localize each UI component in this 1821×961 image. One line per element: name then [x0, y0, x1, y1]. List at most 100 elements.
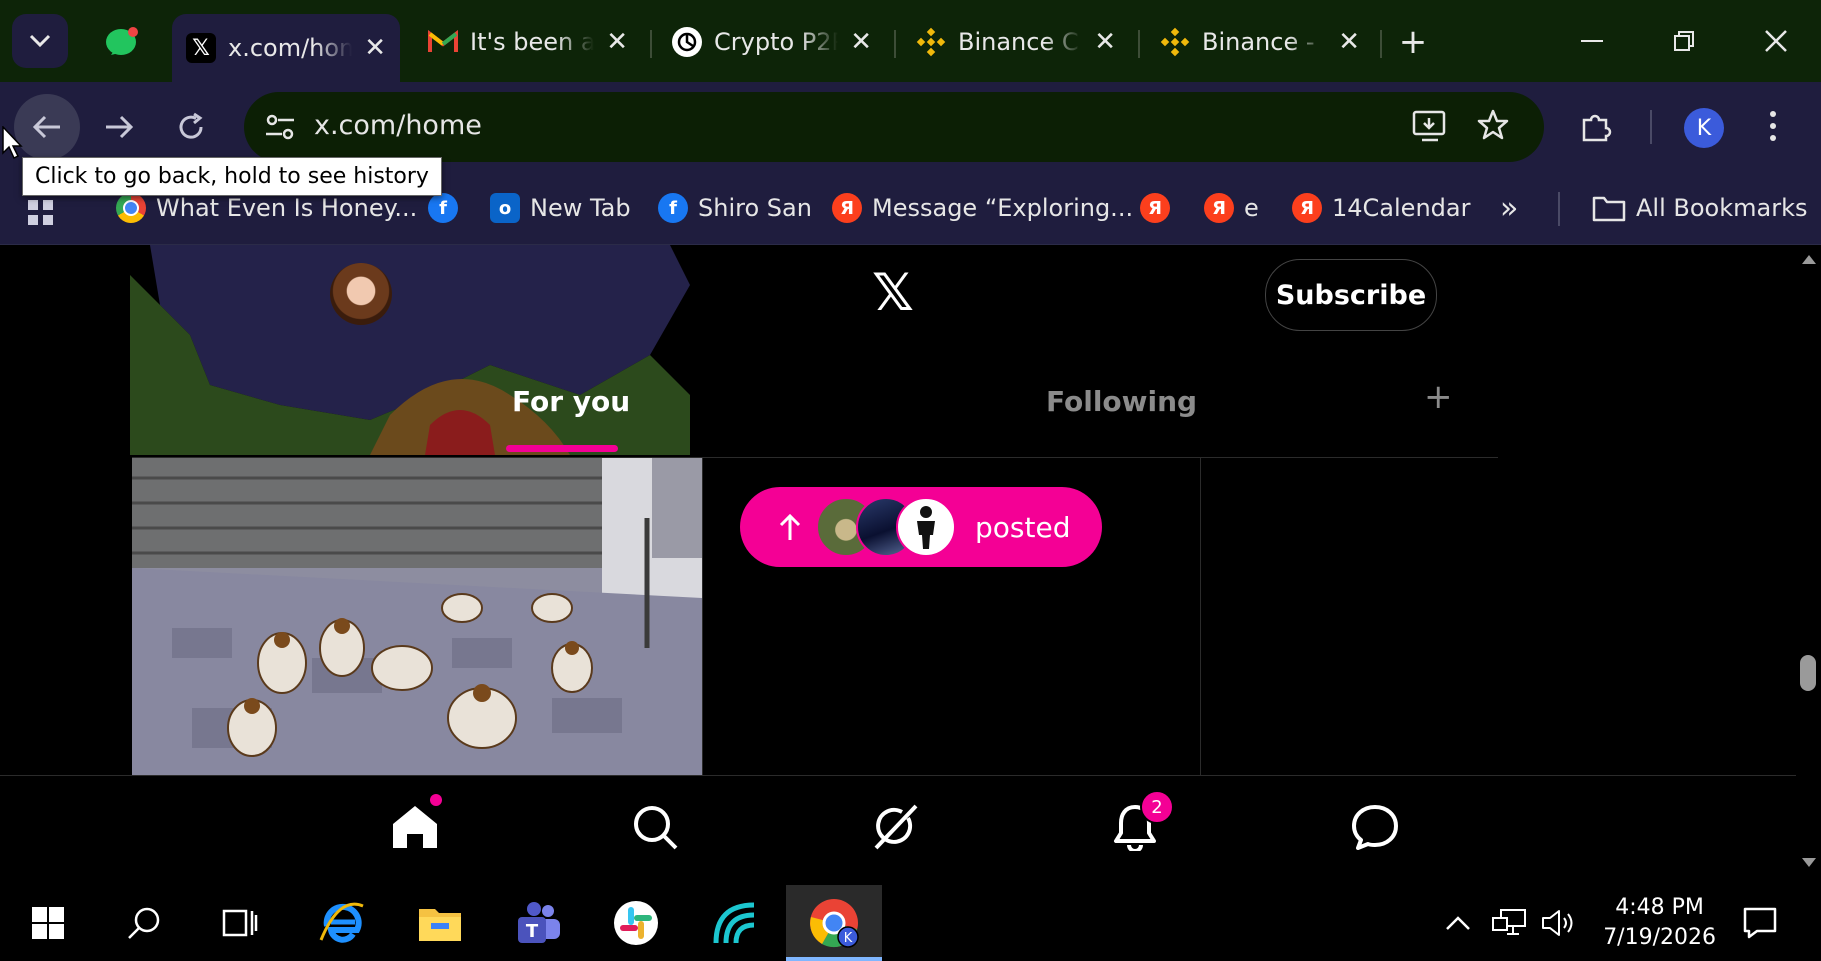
arrow-right-icon	[106, 115, 134, 139]
task-view-icon	[222, 909, 258, 937]
bookmark-item[interactable]: o New Tab	[490, 188, 631, 228]
active-tab-indicator	[506, 445, 618, 452]
new-tab-button[interactable]: +	[1388, 18, 1438, 66]
bookmark-star-icon[interactable]	[1476, 108, 1510, 146]
all-bookmarks-button[interactable]: All Bookmarks	[1592, 188, 1807, 228]
reload-button[interactable]	[158, 94, 224, 160]
avatar	[896, 497, 956, 557]
volume-icon-button[interactable]	[1536, 895, 1582, 951]
url-text: x.com/home	[314, 110, 482, 141]
tab-label: Binance C	[958, 28, 1079, 56]
tab-crypto-p2p[interactable]: Crypto P2P ✕	[658, 14, 886, 70]
x-logo[interactable]: 𝕏	[872, 263, 914, 323]
tab-binance-2[interactable]: Binance - ✕	[1146, 14, 1374, 70]
bookmark-item[interactable]: Я	[1140, 188, 1180, 228]
svg-text:T: T	[526, 921, 539, 942]
subscribe-button[interactable]: Subscribe	[1265, 259, 1437, 331]
tab-label: It's been a	[470, 28, 595, 56]
forward-button[interactable]	[86, 94, 152, 160]
tab-binance-1[interactable]: Binance C ✕	[902, 14, 1130, 70]
start-button[interactable]	[18, 895, 78, 951]
minimize-button[interactable]	[1562, 18, 1622, 64]
tab-separator	[1138, 30, 1140, 58]
nav-messages[interactable]	[1342, 794, 1408, 860]
close-window-button[interactable]	[1746, 18, 1806, 64]
bookmark-label: 14Calendar	[1332, 194, 1471, 222]
tab-x-home[interactable]: 𝕏 x.com/home ✕	[172, 14, 400, 82]
nav-grok[interactable]	[862, 794, 928, 860]
taskbar-app-waves[interactable]	[704, 895, 764, 951]
scroll-up-arrow-icon[interactable]	[1801, 253, 1817, 265]
taskbar-slack[interactable]	[606, 895, 666, 951]
taskbar-file-explorer[interactable]	[410, 895, 470, 951]
task-view-button[interactable]	[210, 895, 270, 951]
nav-notifications[interactable]: 2	[1102, 790, 1174, 860]
person-silhouette-icon	[917, 506, 935, 549]
taskbar-clock[interactable]: 4:48 PM 7/19/2026	[1603, 893, 1716, 953]
new-posts-pill[interactable]: posted	[740, 487, 1102, 567]
close-icon[interactable]: ✕	[1338, 27, 1360, 57]
column-divider	[1200, 457, 1201, 775]
bookmark-item[interactable]: Я 14Calendar	[1292, 188, 1470, 228]
close-icon[interactable]: ✕	[850, 27, 872, 57]
facebook-icon: f	[658, 193, 688, 223]
action-center-button[interactable]	[1730, 895, 1790, 951]
bookmark-label: e	[1244, 194, 1259, 222]
bookmark-item[interactable]: Я Message “Exploring...	[832, 188, 1133, 228]
chat-bubble-icon	[1352, 805, 1398, 850]
tab-for-you[interactable]: For you	[512, 385, 630, 418]
chrome-icon: K	[810, 899, 859, 948]
chrome-icon	[116, 193, 146, 223]
install-app-icon[interactable]	[1412, 110, 1448, 146]
teams-icon: T	[518, 902, 560, 943]
yandex-icon: Я	[1204, 193, 1234, 223]
network-icon	[1492, 909, 1526, 935]
add-tab-button[interactable]: +	[1424, 377, 1453, 417]
nav-search[interactable]	[622, 794, 688, 860]
bookmark-label: All Bookmarks	[1636, 194, 1808, 222]
restore-button[interactable]	[1654, 18, 1714, 64]
tab-search-button[interactable]	[12, 14, 68, 68]
bookmark-label: What Even Is Honey...	[156, 194, 418, 222]
extensions-icon[interactable]	[1578, 108, 1614, 148]
bookmark-item[interactable]: f Shiro San	[658, 188, 812, 228]
media-thumbnail[interactable]	[132, 458, 702, 775]
address-bar[interactable]: x.com/home	[244, 92, 1544, 162]
facebook-icon: f	[428, 193, 458, 223]
scroll-thumb[interactable]	[1800, 655, 1816, 691]
slack-icon	[614, 901, 658, 945]
avatar[interactable]	[330, 263, 392, 325]
close-icon[interactable]: ✕	[364, 33, 386, 63]
yandex-icon: Я	[1140, 193, 1170, 223]
bookmark-label: New Tab	[530, 194, 631, 222]
posted-label: posted	[975, 510, 1071, 544]
taskbar-chrome[interactable]: K	[786, 885, 882, 961]
tab-following[interactable]: Following	[1046, 385, 1197, 418]
search-icon	[634, 806, 678, 850]
taskbar-edge[interactable]	[312, 895, 372, 951]
close-icon[interactable]: ✕	[606, 27, 628, 57]
taskbar-search-button[interactable]	[114, 895, 174, 951]
bookmark-item[interactable]: Я e	[1204, 188, 1259, 228]
menu-kebab-icon[interactable]	[1768, 108, 1778, 148]
close-icon	[1765, 30, 1787, 52]
avatar[interactable]: K	[1684, 108, 1724, 148]
network-icon-button[interactable]	[1486, 895, 1532, 951]
taskbar-teams[interactable]: T	[508, 895, 568, 951]
scroll-down-arrow-icon[interactable]	[1801, 857, 1817, 869]
tab-label: Crypto P2P	[714, 28, 839, 56]
site-settings-icon[interactable]	[264, 112, 296, 146]
apps-grid-icon[interactable]	[26, 198, 56, 232]
clock-date: 7/19/2026	[1603, 925, 1716, 950]
pinned-tab-whatsapp[interactable]	[98, 20, 144, 66]
more-bookmarks-button[interactable]: »	[1500, 188, 1518, 228]
close-icon[interactable]: ✕	[1094, 27, 1116, 57]
chevron-up-icon	[1446, 916, 1470, 930]
page-scrollbar[interactable]	[1796, 245, 1821, 885]
show-hidden-icons-button[interactable]	[1438, 895, 1478, 951]
x-logo-icon: 𝕏	[186, 33, 216, 63]
tab-label: x.com/home	[228, 34, 353, 62]
tab-gmail[interactable]: It's been a ✕	[414, 14, 642, 70]
nav-home[interactable]	[382, 794, 448, 860]
chatgpt-icon	[672, 27, 702, 57]
